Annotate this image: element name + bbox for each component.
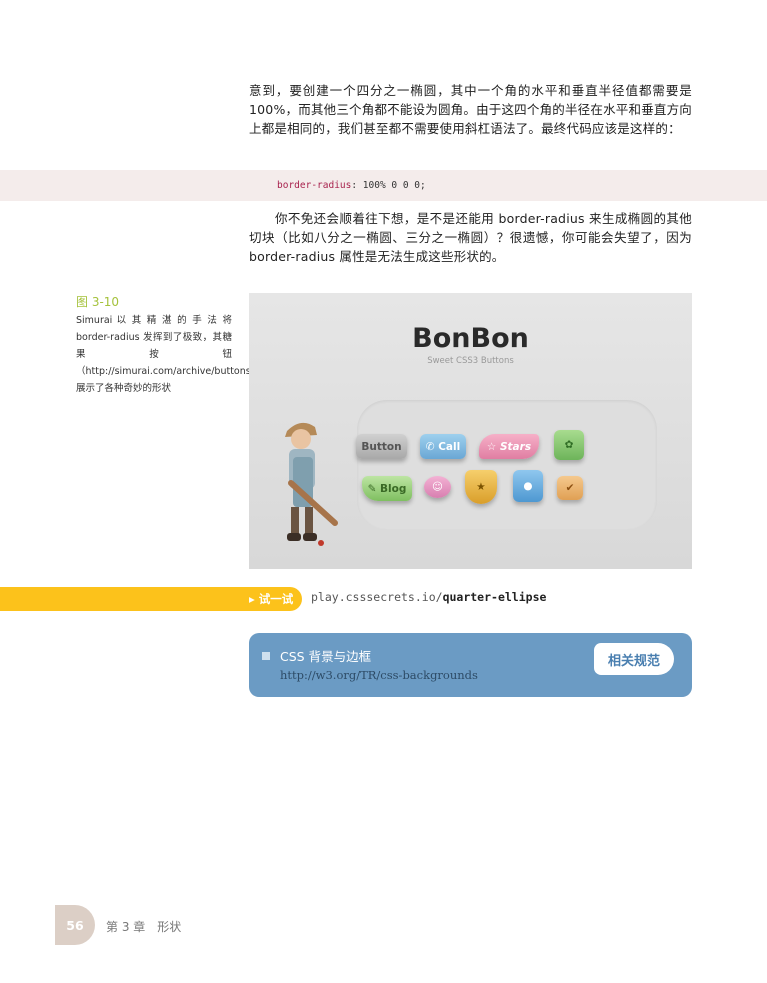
star-badge-icon: ★ <box>465 470 497 504</box>
bullet-icon <box>262 652 270 660</box>
page-number: 56 <box>55 905 95 945</box>
code-property: border-radius <box>277 180 352 191</box>
body-paragraph-1: 意到，要创建一个四分之一椭圆，其中一个角的水平和垂直半径值都需要是100%，而其… <box>249 83 692 136</box>
bonbon-button: Button <box>356 434 407 459</box>
figure-caption: Simurai 以 其 精 湛 的 手 法 将 border-radius 发挥… <box>76 315 261 394</box>
body-paragraph-2: 你不免还会顺着往下想，是不是还能用 border-radius 来生成椭圆的其他… <box>249 211 692 264</box>
stars-button: ☆ Stars <box>479 434 539 459</box>
call-button: ✆ Call <box>420 434 466 459</box>
code-block: border-radius: 100% 0 0 0; <box>0 170 767 201</box>
blog-button: ✎ Blog <box>362 476 412 501</box>
chapter-title: 第 3 章 形状 <box>106 920 182 934</box>
try-url-prefix: play.csssecrets.io/ <box>311 590 443 604</box>
code-line: border-radius: 100% 0 0 0; <box>277 170 426 201</box>
smile-icon: ☺ <box>424 476 451 498</box>
try-url-path: quarter-ellipse <box>442 590 547 604</box>
figure-label: 图 3-10 <box>76 295 120 309</box>
bonbon-figure: BonBon Sweet CSS3 Buttons Button ✆ Call … <box>249 293 692 569</box>
apple-icon: ● <box>513 470 543 502</box>
try-it-link[interactable]: play.csssecrets.io/quarter-ellipse <box>311 590 546 604</box>
try-it-label: ▸ 试一试 <box>249 592 294 606</box>
boy-illustration <box>285 422 338 546</box>
related-spec-box: CSS 背景与边框 http://w3.org/TR/css-backgroun… <box>249 633 692 697</box>
bonbon-title: BonBon <box>412 323 529 354</box>
spec-link[interactable]: http://w3.org/TR/css-backgrounds <box>280 668 478 682</box>
code-value: : 100% 0 0 0; <box>351 180 426 191</box>
bonbon-subtitle: Sweet CSS3 Buttons <box>427 356 514 366</box>
check-icon: ✔ <box>557 476 583 500</box>
flower-icon: ✿ <box>554 430 584 460</box>
button-panel <box>357 400 657 530</box>
spec-tag: 相关规范 <box>594 643 674 675</box>
spec-title: CSS 背景与边框 <box>280 649 372 664</box>
try-it-ribbon: ▸ 试一试 <box>0 587 302 611</box>
